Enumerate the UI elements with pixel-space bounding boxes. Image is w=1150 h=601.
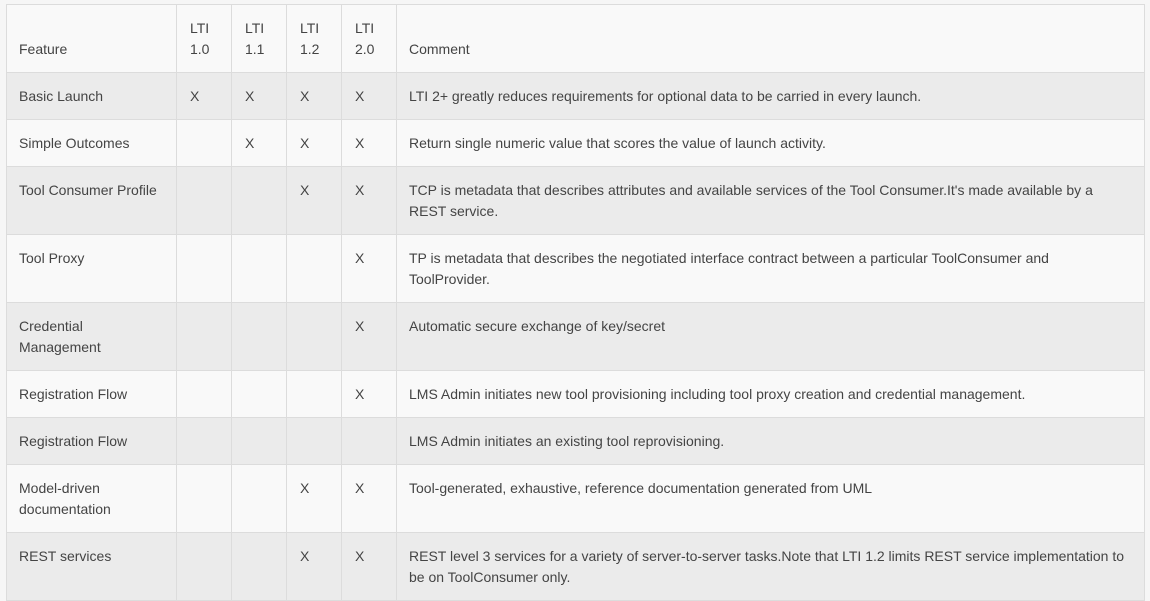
feature-cell: Registration Flow	[6, 370, 177, 418]
header-lti-1-0: LTI 1.0	[176, 4, 232, 73]
header-version-number: 2.0	[355, 41, 375, 57]
header-lti-1-1: LTI 1.1	[231, 4, 287, 73]
lti-1-1-support-cell: X	[231, 119, 287, 167]
header-comment: Comment	[396, 4, 1145, 73]
lti-1-0-support-cell: X	[176, 72, 232, 120]
header-row: Feature LTI 1.0 LTI 1.1 LTI 1.2 LTI 2.0 Comm…	[6, 4, 1145, 73]
lti-2-0-support-cell: X	[341, 464, 397, 533]
feature-cell: Tool Proxy	[6, 234, 177, 303]
lti-1-1-support-cell	[231, 532, 287, 601]
lti-comparison-table: Feature LTI 1.0 LTI 1.1 LTI 1.2 LTI 2.0 Comm…	[6, 4, 1145, 601]
comment-cell: Tool-generated, exhaustive, reference do…	[396, 464, 1145, 533]
lti-1-0-support-cell	[176, 302, 232, 371]
lti-1-0-support-cell	[176, 166, 232, 235]
lti-1-0-support-cell	[176, 370, 232, 418]
comment-cell: TCP is metadata that describes attribute…	[396, 166, 1145, 235]
table-row: Tool Consumer Profile X X TCP is metadat…	[6, 166, 1145, 235]
comment-cell: LTI 2+ greatly reduces requirements for …	[396, 72, 1145, 120]
lti-1-1-support-cell	[231, 464, 287, 533]
feature-cell: Model-driven documentation	[6, 464, 177, 533]
lti-1-2-support-cell	[286, 302, 342, 371]
lti-2-0-support-cell	[341, 417, 397, 465]
table-body: Basic Launch X X X X LTI 2+ greatly redu…	[6, 72, 1145, 601]
comment-cell: TP is metadata that describes the negoti…	[396, 234, 1145, 303]
lti-1-0-support-cell	[176, 417, 232, 465]
lti-1-2-support-cell: X	[286, 464, 342, 533]
lti-1-0-support-cell	[176, 532, 232, 601]
feature-cell: Basic Launch	[6, 72, 177, 120]
comment-cell: REST level 3 services for a variety of s…	[396, 532, 1145, 601]
header-lti-1-2: LTI 1.2	[286, 4, 342, 73]
comment-cell: LMS Admin initiates an existing tool rep…	[396, 417, 1145, 465]
lti-2-0-support-cell: X	[341, 532, 397, 601]
table-row: Model-driven documentation X X Tool-gene…	[6, 464, 1145, 533]
lti-1-0-support-cell	[176, 119, 232, 167]
lti-2-0-support-cell: X	[341, 166, 397, 235]
lti-1-1-support-cell: X	[231, 72, 287, 120]
table-row: Registration Flow LMS Admin initiates an…	[6, 417, 1145, 465]
header-version-name: LTI	[300, 20, 320, 36]
header-feature: Feature	[6, 4, 177, 73]
lti-1-2-support-cell: X	[286, 119, 342, 167]
header-lti-2-0: LTI 2.0	[341, 4, 397, 73]
lti-2-0-support-cell: X	[341, 72, 397, 120]
lti-feature-comparison: Feature LTI 1.0 LTI 1.1 LTI 1.2 LTI 2.0 Comm…	[6, 4, 1145, 601]
table-header: Feature LTI 1.0 LTI 1.1 LTI 1.2 LTI 2.0 Comm…	[6, 4, 1145, 73]
lti-1-1-support-cell	[231, 417, 287, 465]
comment-cell: Return single numeric value that scores …	[396, 119, 1145, 167]
comment-cell: LMS Admin initiates new tool provisionin…	[396, 370, 1145, 418]
lti-2-0-support-cell: X	[341, 234, 397, 303]
table-row: Simple Outcomes X X X Return single nume…	[6, 119, 1145, 167]
lti-1-2-support-cell	[286, 370, 342, 418]
lti-2-0-support-cell: X	[341, 119, 397, 167]
lti-1-2-support-cell: X	[286, 166, 342, 235]
lti-1-0-support-cell	[176, 234, 232, 303]
header-version-name: LTI	[355, 20, 375, 36]
table-row: REST services X X REST level 3 services …	[6, 532, 1145, 601]
table-row: Credential Management X Automatic secure…	[6, 302, 1145, 371]
feature-cell: Credential Management	[6, 302, 177, 371]
feature-cell: REST services	[6, 532, 177, 601]
lti-1-2-support-cell: X	[286, 72, 342, 120]
lti-1-1-support-cell	[231, 234, 287, 303]
header-version-number: 1.0	[190, 41, 210, 57]
table-row: Tool Proxy X TP is metadata that describ…	[6, 234, 1145, 303]
lti-2-0-support-cell: X	[341, 302, 397, 371]
feature-cell: Simple Outcomes	[6, 119, 177, 167]
lti-2-0-support-cell: X	[341, 370, 397, 418]
lti-1-2-support-cell	[286, 417, 342, 465]
table-row: Basic Launch X X X X LTI 2+ greatly redu…	[6, 72, 1145, 120]
lti-1-1-support-cell	[231, 166, 287, 235]
header-version-number: 1.1	[245, 41, 265, 57]
lti-1-1-support-cell	[231, 302, 287, 371]
comment-cell: Automatic secure exchange of key/secret	[396, 302, 1145, 371]
lti-1-2-support-cell	[286, 234, 342, 303]
table-row: Registration Flow X LMS Admin initiates …	[6, 370, 1145, 418]
header-version-name: LTI	[190, 20, 210, 36]
lti-1-0-support-cell	[176, 464, 232, 533]
feature-cell: Tool Consumer Profile	[6, 166, 177, 235]
lti-1-2-support-cell: X	[286, 532, 342, 601]
header-version-number: 1.2	[300, 41, 320, 57]
header-version-name: LTI	[245, 20, 265, 36]
feature-cell: Registration Flow	[6, 417, 177, 465]
lti-1-1-support-cell	[231, 370, 287, 418]
